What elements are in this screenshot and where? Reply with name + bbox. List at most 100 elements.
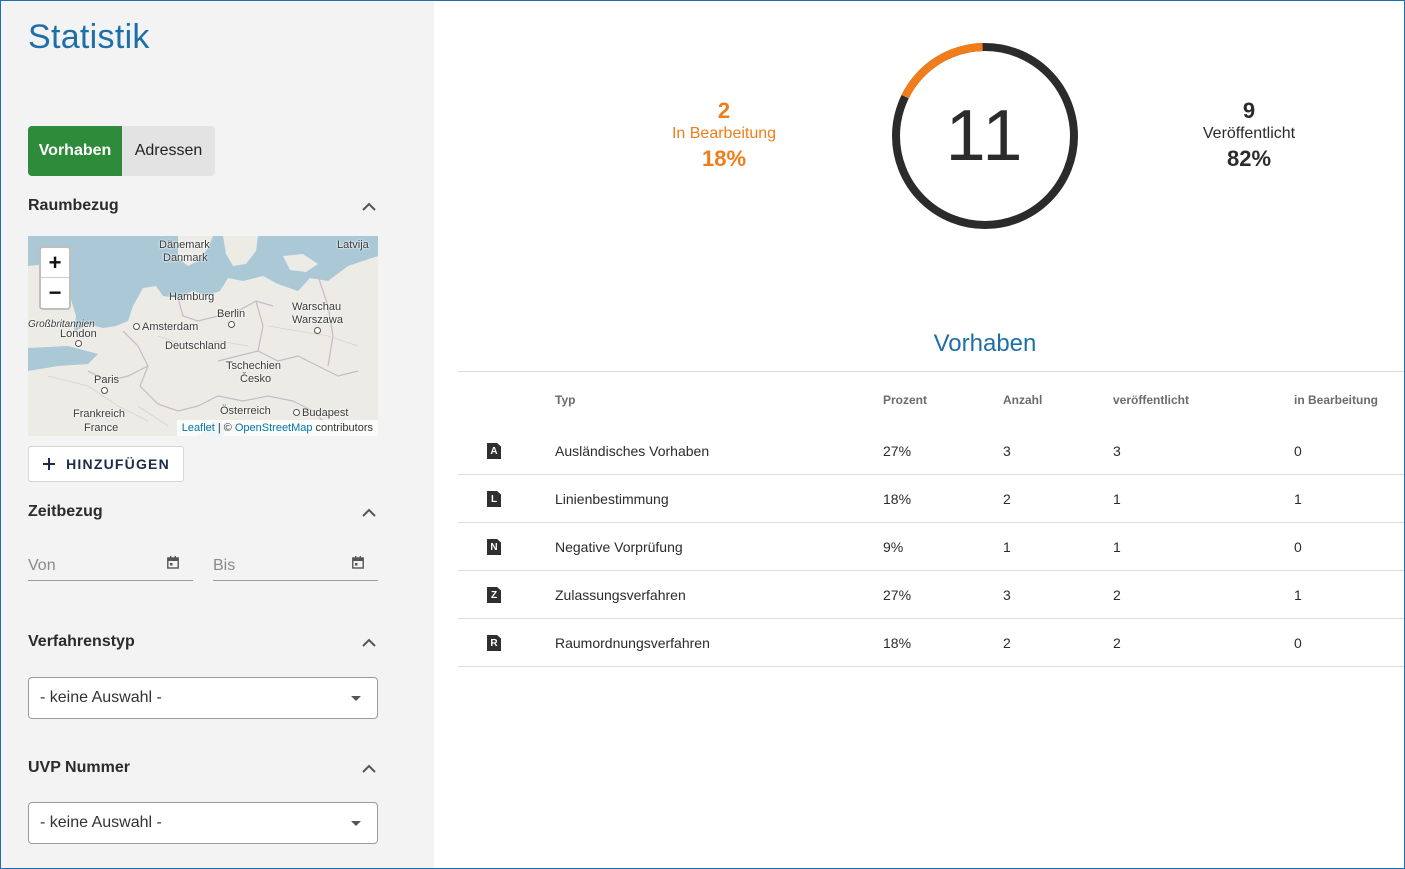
map-label-amsterdam: Amsterdam [142,321,199,333]
openstreetmap-link[interactable]: OpenStreetMap [235,422,313,434]
veroeffentlicht-label: Veröffentlicht [1202,125,1296,142]
zoom-in-button[interactable]: + [41,248,69,278]
cell-typ: Negative Vorprüfung [555,539,683,555]
cell-in-bearbeitung: 0 [1294,635,1302,651]
cell-prozent: 27% [883,587,912,603]
table-row[interactable]: N Negative Vorprüfung 9% 1 1 0 [458,523,1405,571]
map-label-danmark: Danmark [163,252,208,264]
map-label-oesterreich: Österreich [220,405,271,417]
map-label-budapest: Budapest [302,407,349,419]
type-badge-icon: Z [487,587,501,603]
header-prozent[interactable]: Prozent [883,393,927,407]
city-marker [101,387,108,394]
date-to-placeholder: Bis [213,557,236,574]
add-area-label: HINZUFÜGEN [66,456,170,472]
type-badge-icon: A [487,443,501,459]
stat-veroeffentlicht: 9 Veröffentlicht 82% [1165,98,1333,174]
dropdown-caret-icon [351,696,361,701]
cell-veroeffentlicht: 1 [1113,491,1121,507]
map-label-london: London [60,328,97,340]
zeitbezug-header[interactable]: Zeitbezug [28,500,378,524]
zoom-control: + − [39,246,71,310]
cell-in-bearbeitung: 1 [1294,587,1302,603]
verfahrenstyp-select[interactable]: - keine Auswahl - [28,677,378,719]
header-veroeffentlicht[interactable]: veröffentlicht [1113,393,1189,407]
header-typ[interactable]: Typ [555,393,575,407]
map-label-deutschland: Deutschland [165,340,227,352]
cell-in-bearbeitung: 1 [1294,491,1302,507]
toggle-vorhaben-button[interactable]: Vorhaben [28,126,122,176]
cell-typ: Raumordnungsverfahren [555,635,710,651]
verfahrenstyp-select-value: - keine Auswahl - [40,689,162,706]
type-badge-icon: R [487,635,501,651]
map-label-tschechien: Tschechien [226,360,282,372]
cell-veroeffentlicht: 1 [1113,539,1121,555]
table-divider [458,371,1405,372]
cell-veroeffentlicht: 2 [1113,587,1121,603]
veroeffentlicht-count: 9 [1242,98,1256,123]
cell-veroeffentlicht: 3 [1113,443,1121,459]
table-row[interactable]: Z Zulassungsverfahren 27% 3 2 1 [458,571,1405,619]
table-row[interactable]: L Linienbestimmung 18% 2 1 1 [458,475,1405,523]
uvp-nummer-select[interactable]: - keine Auswahl - [28,802,378,844]
uvp-nummer-header[interactable]: UVP Nummer [28,756,378,780]
header-anzahl[interactable]: Anzahl [1003,393,1042,407]
map-view[interactable]: Dänemark Danmark Latvija Hamburg Berlin … [28,236,378,436]
city-marker [75,340,82,347]
table-row[interactable]: R Raumordnungsverfahren 18% 2 2 0 [458,619,1405,667]
in-bearbeitung-percent: 18% [701,146,747,171]
raumbezug-header[interactable]: Raumbezug [28,194,378,218]
cell-anzahl: 3 [1003,443,1011,459]
cell-prozent: 18% [883,635,912,651]
attribution-separator: | © [217,422,232,434]
map-label-hamburg: Hamburg [169,291,215,303]
filter-sidebar: Statistik Vorhaben Adressen Raumbezug Dä… [0,0,434,869]
type-badge-icon: N [487,539,501,555]
cell-in-bearbeitung: 0 [1294,443,1302,459]
type-badge-icon: L [487,491,501,507]
date-from-field[interactable]: Von [28,548,193,581]
cell-anzahl: 1 [1003,539,1011,555]
chevron-up-icon[interactable] [360,503,378,521]
map-attribution: Leaflet | © OpenStreetMap contributors [176,420,378,436]
calendar-icon[interactable] [352,556,364,574]
plus-icon [43,458,56,470]
chevron-up-icon[interactable] [360,197,378,215]
city-marker [314,327,321,334]
map-label-france: France [84,422,119,434]
verfahrenstyp-header[interactable]: Verfahrenstyp [28,630,378,654]
table-title: Vorhaben [933,330,1037,357]
cell-anzahl: 2 [1003,491,1011,507]
header-in-bearbeitung[interactable]: in Bearbeitung [1294,393,1378,407]
leaflet-link[interactable]: Leaflet [182,422,215,434]
cell-prozent: 18% [883,491,912,507]
cell-typ: Zulassungsverfahren [555,587,686,603]
uvp-nummer-select-value: - keine Auswahl - [40,814,162,831]
zeitbezug-label: Zeitbezug [28,503,103,520]
cell-prozent: 9% [883,539,904,555]
calendar-icon[interactable] [167,556,179,574]
stat-in-bearbeitung: 2 In Bearbeitung 18% [640,98,808,174]
chevron-up-icon[interactable] [360,759,378,777]
map-label-paris: Paris [94,374,120,386]
zoom-out-button[interactable]: − [41,278,69,308]
raumbezug-label: Raumbezug [28,197,119,214]
city-marker [133,323,140,330]
toggle-adressen-button[interactable]: Adressen [122,126,215,176]
map-label-berlin: Berlin [217,308,246,320]
date-to-field[interactable]: Bis [213,548,378,581]
add-area-button[interactable]: HINZUFÜGEN [28,446,184,482]
city-marker [293,409,300,416]
in-bearbeitung-label: In Bearbeitung [671,125,777,142]
verfahrenstyp-label: Verfahrenstyp [28,633,135,650]
map-label-cesko: Česko [240,373,272,385]
cell-typ: Linienbestimmung [555,491,669,507]
map-label-frankreich: Frankreich [73,408,125,420]
cell-anzahl: 3 [1003,587,1011,603]
cell-typ: Ausländisches Vorhaben [555,443,710,459]
table-row[interactable]: A Ausländisches Vorhaben 27% 3 3 0 [458,427,1405,475]
date-from-placeholder: Von [28,557,56,574]
chevron-up-icon[interactable] [360,633,378,651]
cell-veroeffentlicht: 2 [1113,635,1121,651]
view-toggle: Vorhaben Adressen [28,126,215,176]
